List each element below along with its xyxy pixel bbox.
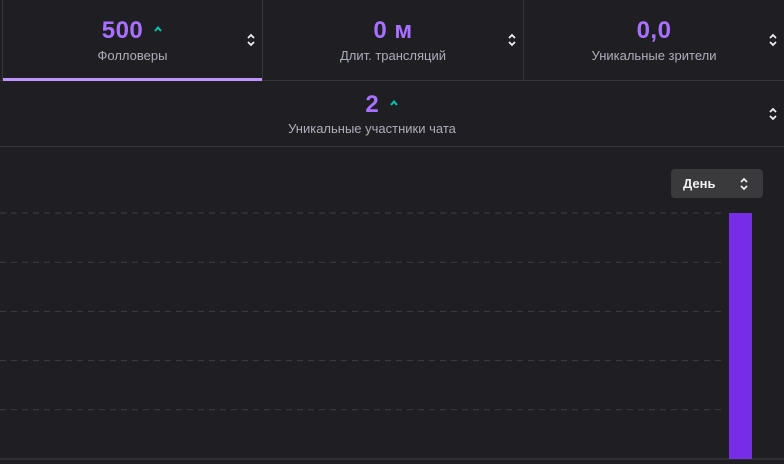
stat-value: 2 [365, 91, 379, 118]
stat-value: 0 м [373, 17, 413, 44]
stat-followers[interactable]: 500 Фолловеры [2, 0, 263, 81]
chart-svg [0, 212, 784, 460]
stat-value-row: 0 м [373, 16, 412, 46]
stat-label: Длит. трансляций [339, 48, 447, 63]
select-arrows-icon [740, 177, 748, 190]
stat-value: 500 [101, 17, 144, 44]
sort-arrows-icon[interactable] [768, 106, 778, 122]
stat-value-row: 2 [365, 91, 398, 119]
stat-label: Уникальные зрители [591, 48, 717, 63]
sort-arrows-icon[interactable] [246, 32, 256, 48]
chart [0, 210, 784, 464]
period-select-value: День [683, 176, 716, 191]
stat-unique-chatters[interactable]: 2 Уникальные участники чата [0, 81, 784, 147]
up-caret-icon [389, 95, 399, 110]
sort-arrows-icon[interactable] [768, 32, 778, 48]
stat-label: Уникальные участники чата [288, 121, 456, 136]
sort-arrows-icon[interactable] [507, 32, 517, 48]
stat-label: Фолловеры [97, 48, 168, 63]
stat-unique-viewers[interactable]: 0,0 Уникальные зрители [524, 0, 784, 80]
stat-stream-length[interactable]: 0 м Длит. трансляций [263, 0, 524, 80]
stat-value-row: 500 [102, 16, 164, 46]
chart-bar[interactable] [729, 213, 752, 459]
up-caret-icon [153, 21, 163, 36]
stats-row: 500 Фолловеры 0 м Длит. трансляций 0,0 У… [0, 0, 784, 81]
stat-value: 0,0 [636, 17, 672, 44]
period-select[interactable]: День [671, 169, 763, 198]
stat-value-row: 0,0 [637, 16, 672, 46]
